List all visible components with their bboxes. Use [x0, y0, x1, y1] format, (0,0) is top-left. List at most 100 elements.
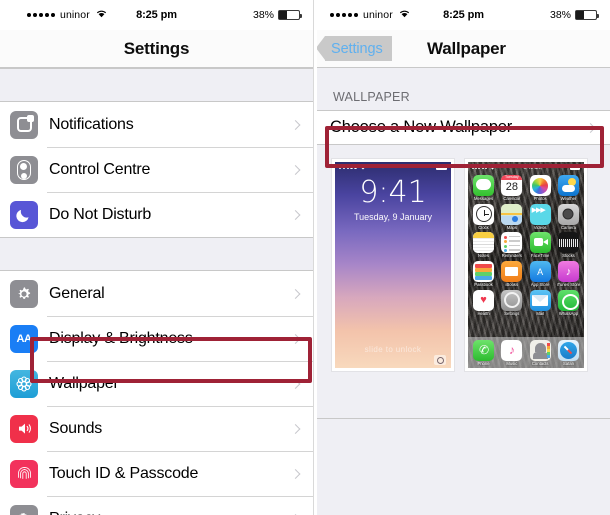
app-label: FaceTime: [530, 254, 550, 259]
home-screen-canvas: 9:41 am Messages Tuesday 28 Calendar Photo…: [468, 162, 584, 368]
battery-percent: 38%: [252, 9, 274, 21]
app-icon-phone[interactable]: Phone: [471, 339, 496, 366]
row-label: Control Centre: [49, 160, 151, 178]
back-button-label: Settings: [331, 40, 383, 57]
app-icon-safari[interactable]: Safari: [556, 339, 581, 366]
battery-percent: 38%: [549, 9, 571, 21]
app-label: Stocks: [562, 254, 575, 259]
music-icon: [501, 339, 523, 361]
battery-icon: [436, 165, 447, 170]
app-label: Maps: [506, 225, 517, 230]
app-icon-whatsapp[interactable]: WhatsApp: [556, 289, 581, 316]
app-icon-notes[interactable]: Notes: [471, 232, 496, 258]
app-icon-music[interactable]: Music: [499, 339, 524, 366]
app-label: Weather: [560, 197, 577, 201]
app-label: Calendar: [503, 197, 521, 201]
messages-icon: [473, 175, 494, 196]
row-label: Do Not Disturb: [49, 205, 152, 223]
app-icon-camera[interactable]: Camera: [556, 203, 581, 230]
app-label: Videos: [533, 225, 547, 230]
chevron-right-icon: [585, 122, 596, 133]
reminders-icon: [501, 232, 523, 254]
app-icon-photos[interactable]: Photos: [528, 175, 553, 201]
back-button[interactable]: Settings: [317, 36, 392, 61]
empty-area: [317, 418, 610, 515]
app-icon-health[interactable]: Health: [471, 289, 496, 316]
app-label: Photos: [533, 197, 547, 201]
status-bar-battery-group: 38%: [549, 9, 599, 21]
sidebar-item-general[interactable]: General: [0, 271, 313, 316]
sidebar-item-do-not-disturb[interactable]: Do Not Disturb: [0, 192, 313, 237]
camera-icon: [434, 355, 446, 365]
app-label: Health: [477, 311, 490, 316]
lock-screen-canvas: 9:41 Tuesday, 9 January slide to unlock: [335, 162, 451, 368]
home-app-grid: Messages Tuesday 28 Calendar Photos Weathe…: [468, 171, 584, 316]
signal-strength-icon: [339, 165, 366, 170]
slide-to-unlock-label: slide to unlock: [364, 345, 422, 354]
sidebar-item-privacy[interactable]: Privacy: [0, 496, 313, 515]
app-row: Clock Maps Videos Camera: [471, 203, 581, 230]
row-label: Sounds: [49, 419, 103, 437]
app-label: Safari: [563, 361, 574, 366]
list-group-spacer: [0, 237, 313, 271]
notes-icon: [473, 232, 494, 254]
wallpaper-previews: 9:41 Tuesday, 9 January slide to unlock: [317, 145, 610, 372]
videos-icon: [529, 203, 551, 225]
sidebar-item-sounds[interactable]: Sounds: [0, 406, 313, 451]
app-icon-messages[interactable]: Messages: [471, 175, 496, 201]
app-row: Health Settings Mail WhatsApp: [471, 289, 581, 316]
app-label: Messages: [473, 197, 494, 201]
hand-icon: [10, 504, 38, 515]
notifications-icon: [10, 110, 38, 139]
calendar-icon: Tuesday 28: [501, 175, 523, 196]
app-label: Settings: [504, 311, 520, 316]
app-icon-mail[interactable]: Mail: [528, 289, 553, 316]
app-icon-facetime[interactable]: FaceTime: [528, 232, 553, 258]
app-icon-maps[interactable]: Maps: [499, 203, 524, 230]
app-label: Passbook: [474, 283, 493, 288]
choose-new-wallpaper-row[interactable]: Choose a New Wallpaper: [317, 110, 610, 145]
gear-icon: [10, 279, 38, 308]
chevron-right-icon: [290, 423, 301, 434]
sidebar-item-display-brightness[interactable]: AA Display & Brightness: [0, 316, 313, 361]
moon-icon: [10, 200, 38, 229]
app-icon-app-store[interactable]: App Store: [528, 261, 553, 287]
preview-status-bar: 9:41 am: [468, 162, 584, 171]
sidebar-item-control-centre[interactable]: Control Centre: [0, 147, 313, 192]
app-icon-passbook[interactable]: Passbook: [471, 261, 496, 287]
lock-screen-preview[interactable]: 9:41 Tuesday, 9 January slide to unlock: [331, 158, 455, 372]
sidebar-item-notifications[interactable]: Notifications: [0, 102, 313, 147]
settings-list: Notifications Control Centre Do Not Dist…: [0, 68, 313, 515]
sidebar-item-touch-id-passcode[interactable]: Touch ID & Passcode: [0, 451, 313, 496]
sidebar-item-wallpaper[interactable]: Wallpaper: [0, 361, 313, 406]
row-label: Display & Brightness: [49, 329, 193, 347]
fingerprint-icon: [10, 459, 38, 488]
display-brightness-icon: AA: [10, 324, 38, 353]
app-icon-reminders[interactable]: Reminders: [499, 232, 524, 258]
app-icon-stocks[interactable]: Stocks: [556, 232, 581, 258]
app-label: Phone: [477, 361, 490, 366]
app-icon-weather[interactable]: Weather: [556, 175, 581, 201]
app-icon-contacts[interactable]: Contacts: [528, 339, 553, 366]
app-label: Music: [506, 361, 518, 366]
app-icon-settings[interactable]: Settings: [499, 289, 524, 316]
app-label: Clock: [478, 225, 489, 230]
wallpaper-flower-icon: [10, 369, 38, 398]
row-label: Wallpaper: [49, 374, 119, 392]
weather-icon: [557, 175, 579, 196]
app-icon-videos[interactable]: Videos: [528, 203, 553, 230]
app-row: Passbook iBooks App Store iTunes Store: [471, 261, 581, 287]
app-icon-calendar[interactable]: Tuesday 28 Calendar: [499, 175, 524, 201]
maps-icon: [501, 203, 523, 225]
app-label: WhatsApp: [558, 311, 579, 316]
row-label: Notifications: [49, 115, 134, 133]
app-icon-clock[interactable]: Clock: [471, 203, 496, 230]
wallpaper-screen: uninor 8:25 pm 38% Settings Wallpaper WA…: [317, 0, 610, 515]
app-icon-itunes-store[interactable]: iTunes Store: [556, 261, 581, 287]
section-header: WALLPAPER: [333, 90, 410, 104]
clock-icon: [473, 203, 494, 225]
app-icon-ibooks[interactable]: iBooks: [499, 261, 524, 287]
home-screen-preview[interactable]: 9:41 am Messages Tuesday 28 Calendar Photo…: [464, 158, 588, 372]
battery-icon: [278, 10, 302, 20]
app-label: Notes: [478, 254, 489, 259]
